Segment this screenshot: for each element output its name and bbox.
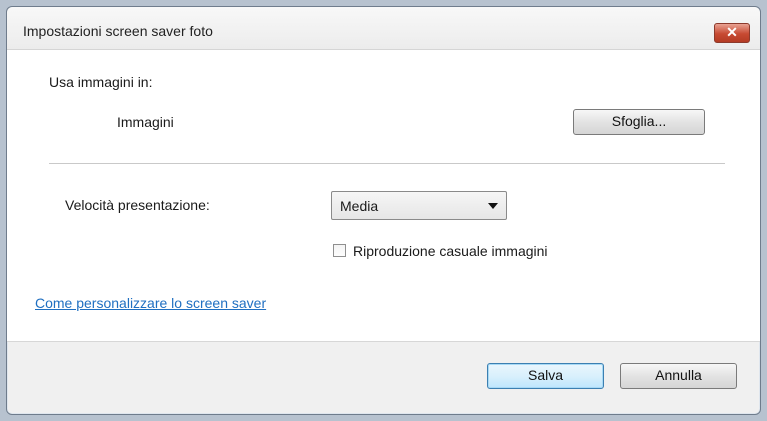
- help-link[interactable]: Come personalizzare lo screen saver: [35, 295, 266, 311]
- cancel-button[interactable]: Annulla: [620, 363, 737, 389]
- window-title: Impostazioni screen saver foto: [23, 23, 213, 39]
- speed-selected-value: Media: [340, 198, 379, 214]
- shuffle-label[interactable]: Riproduzione casuale immagini: [353, 243, 548, 259]
- save-button[interactable]: Salva: [487, 363, 604, 389]
- section-divider: [49, 163, 725, 164]
- speed-label: Velocità presentazione:: [65, 197, 210, 213]
- close-button[interactable]: ✕: [714, 23, 750, 43]
- chevron-down-icon: [488, 203, 498, 209]
- shuffle-checkbox[interactable]: [333, 244, 346, 257]
- folder-path: Immagini: [117, 114, 174, 130]
- dialog-window: Impostazioni screen saver foto ✕ Usa imm…: [6, 6, 761, 415]
- settings-panel: Usa immagini in: Immagini Sfoglia... Vel…: [7, 50, 760, 342]
- close-icon: ✕: [726, 24, 738, 40]
- browse-button[interactable]: Sfoglia...: [573, 109, 705, 135]
- folder-label: Usa immagini in:: [49, 74, 153, 90]
- title-bar: Impostazioni screen saver foto ✕: [7, 7, 760, 50]
- speed-dropdown[interactable]: Media: [331, 191, 507, 220]
